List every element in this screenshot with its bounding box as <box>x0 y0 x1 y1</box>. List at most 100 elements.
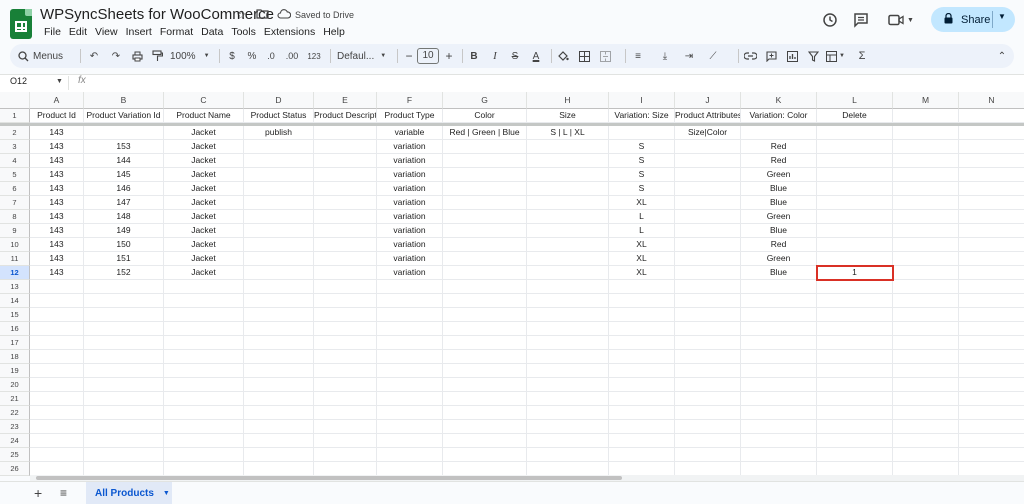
cell-f9[interactable]: variation <box>377 224 443 238</box>
cell-f3[interactable]: variation <box>377 140 443 154</box>
cell-h10[interactable] <box>527 238 609 252</box>
cell-n5[interactable] <box>959 168 1024 182</box>
cell-k17[interactable] <box>741 336 817 350</box>
all-sheets-menu-icon[interactable]: ≡ <box>60 486 67 500</box>
cell-a17[interactable] <box>30 336 84 350</box>
cell-g9[interactable] <box>443 224 527 238</box>
cloud-saved-icon[interactable] <box>277 8 292 22</box>
share-dropdown-icon[interactable]: ▼ <box>998 12 1006 21</box>
cell-a3[interactable]: 143 <box>30 140 84 154</box>
cell-j2[interactable]: Size|Color <box>675 126 741 140</box>
menu-format[interactable]: Format <box>156 24 197 40</box>
row-header-8[interactable]: 8 <box>0 210 30 224</box>
cell-d12[interactable] <box>244 266 314 280</box>
cell-l10[interactable] <box>817 238 893 252</box>
cell-g18[interactable] <box>443 350 527 364</box>
cell-d26[interactable] <box>244 462 314 476</box>
cell-f16[interactable] <box>377 322 443 336</box>
cell-d8[interactable] <box>244 210 314 224</box>
cell-c18[interactable] <box>164 350 244 364</box>
cell-h13[interactable] <box>527 280 609 294</box>
cell-h12[interactable] <box>527 266 609 280</box>
menu-extensions[interactable]: Extensions <box>260 24 319 40</box>
cell-f2[interactable]: variable <box>377 126 443 140</box>
cell-g24[interactable] <box>443 434 527 448</box>
cell-i26[interactable] <box>609 462 675 476</box>
cell-a8[interactable]: 143 <box>30 210 84 224</box>
cell-h26[interactable] <box>527 462 609 476</box>
cell-e20[interactable] <box>314 378 377 392</box>
cell-k3[interactable]: Red <box>741 140 817 154</box>
cell-g22[interactable] <box>443 406 527 420</box>
currency-format-button[interactable]: $ <box>225 48 239 64</box>
cell-b8[interactable]: 148 <box>84 210 164 224</box>
cell-b25[interactable] <box>84 448 164 462</box>
cell-k26[interactable] <box>741 462 817 476</box>
row-header-19[interactable]: 19 <box>0 364 30 378</box>
cell-b17[interactable] <box>84 336 164 350</box>
cell-f5[interactable]: variation <box>377 168 443 182</box>
cell-c11[interactable]: Jacket <box>164 252 244 266</box>
cell-d4[interactable] <box>244 154 314 168</box>
cell-m3[interactable] <box>893 140 959 154</box>
cell-a1[interactable]: Product Id <box>30 109 84 123</box>
cell-k4[interactable]: Red <box>741 154 817 168</box>
cell-k19[interactable] <box>741 364 817 378</box>
cell-k12[interactable]: Blue <box>741 266 817 280</box>
cell-d2[interactable]: publish <box>244 126 314 140</box>
cell-j14[interactable] <box>675 294 741 308</box>
cell-d17[interactable] <box>244 336 314 350</box>
share-button[interactable]: Share ▼ <box>931 7 1015 32</box>
cell-j22[interactable] <box>675 406 741 420</box>
cell-g11[interactable] <box>443 252 527 266</box>
cell-c12[interactable]: Jacket <box>164 266 244 280</box>
menu-file[interactable]: File <box>40 24 65 40</box>
column-header-e[interactable]: E <box>314 92 377 109</box>
cell-n16[interactable] <box>959 322 1024 336</box>
cell-i13[interactable] <box>609 280 675 294</box>
cell-c20[interactable] <box>164 378 244 392</box>
cell-c25[interactable] <box>164 448 244 462</box>
cell-d22[interactable] <box>244 406 314 420</box>
increase-decimal-button[interactable]: .00 <box>285 48 299 64</box>
formula-input[interactable]: fx <box>78 75 86 86</box>
cell-f25[interactable] <box>377 448 443 462</box>
cell-n17[interactable] <box>959 336 1024 350</box>
insert-link-icon[interactable] <box>743 48 757 64</box>
cell-f8[interactable]: variation <box>377 210 443 224</box>
cell-m12[interactable] <box>893 266 959 280</box>
cell-m19[interactable] <box>893 364 959 378</box>
cell-l8[interactable] <box>817 210 893 224</box>
cell-h4[interactable] <box>527 154 609 168</box>
column-header-d[interactable]: D <box>244 92 314 109</box>
cell-g8[interactable] <box>443 210 527 224</box>
search-menus-button[interactable]: Menus <box>18 48 63 64</box>
cell-g25[interactable] <box>443 448 527 462</box>
cell-b12[interactable]: 152 <box>84 266 164 280</box>
cell-a16[interactable] <box>30 322 84 336</box>
cell-a25[interactable] <box>30 448 84 462</box>
cell-k1[interactable]: Variation: Color <box>741 109 817 123</box>
horizontal-align-icon[interactable]: ≡ <box>631 48 645 64</box>
strikethrough-button[interactable]: S <box>508 48 522 64</box>
cell-b6[interactable]: 146 <box>84 182 164 196</box>
menu-insert[interactable]: Insert <box>122 24 156 40</box>
cell-h22[interactable] <box>527 406 609 420</box>
cell-b24[interactable] <box>84 434 164 448</box>
cell-k24[interactable] <box>741 434 817 448</box>
cell-i8[interactable]: L <box>609 210 675 224</box>
cell-l9[interactable] <box>817 224 893 238</box>
cell-m10[interactable] <box>893 238 959 252</box>
cell-c21[interactable] <box>164 392 244 406</box>
cell-i10[interactable]: XL <box>609 238 675 252</box>
cell-j15[interactable] <box>675 308 741 322</box>
cell-j24[interactable] <box>675 434 741 448</box>
cell-h1[interactable]: Size <box>527 109 609 123</box>
cell-d7[interactable] <box>244 196 314 210</box>
cell-k18[interactable] <box>741 350 817 364</box>
cell-a21[interactable] <box>30 392 84 406</box>
cell-d25[interactable] <box>244 448 314 462</box>
cell-h3[interactable] <box>527 140 609 154</box>
cell-b26[interactable] <box>84 462 164 476</box>
cell-d20[interactable] <box>244 378 314 392</box>
